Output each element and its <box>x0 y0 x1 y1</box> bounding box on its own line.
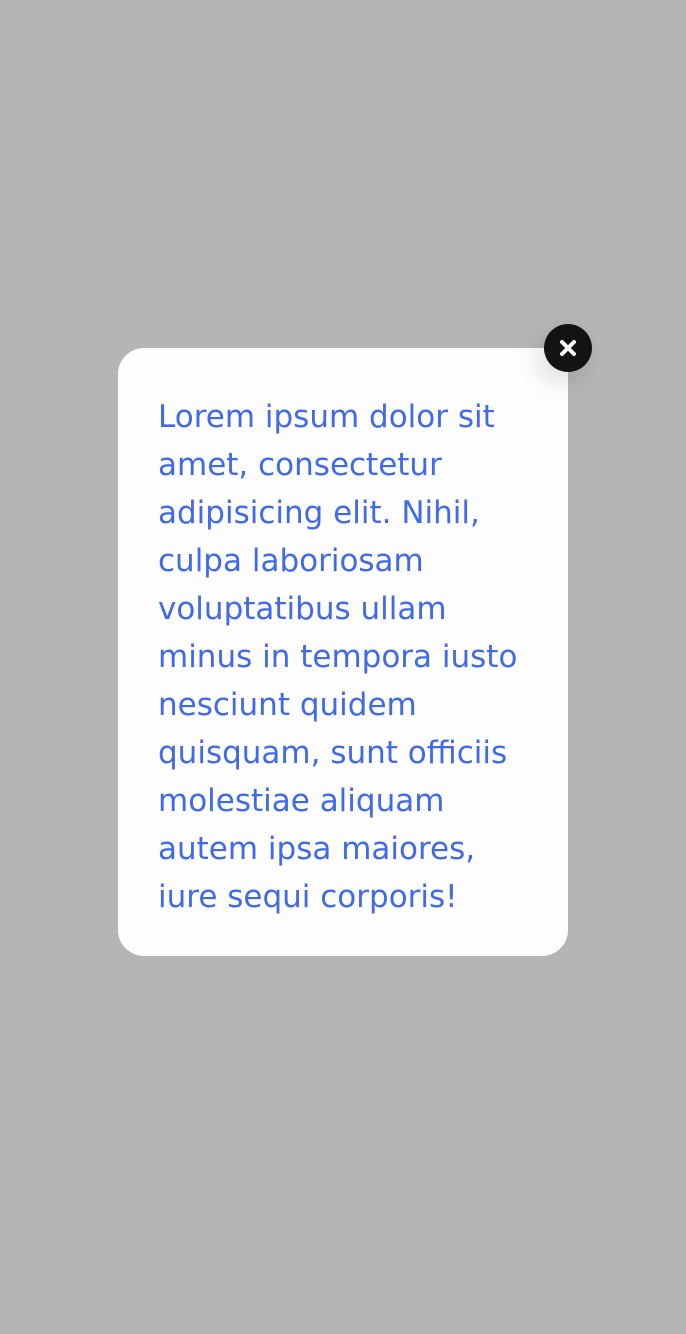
close-icon <box>560 340 576 356</box>
modal-body-text: Lorem ipsum dolor sit amet, consectetur … <box>158 399 518 915</box>
modal-dialog: Lorem ipsum dolor sit amet, consectetur … <box>118 348 568 956</box>
close-button[interactable] <box>544 324 592 372</box>
